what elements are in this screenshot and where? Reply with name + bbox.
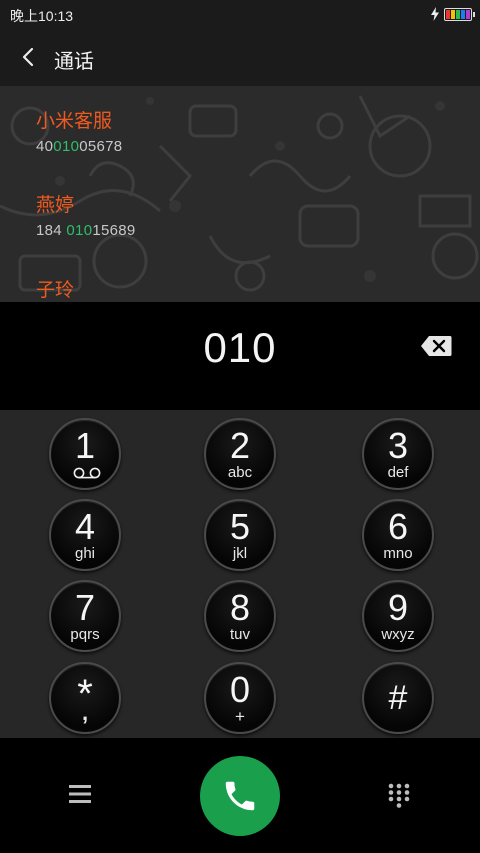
key-letters: abc (227, 464, 253, 481)
contact-result[interactable]: 子玲 (36, 275, 74, 302)
battery-segment (451, 9, 455, 19)
keypad: 1 2 abc 3 def 4 ghi 5 jkl 6 mno 7 pqrs 8… (0, 410, 480, 738)
key-letters: + (235, 707, 245, 726)
key-letters: ghi (74, 545, 96, 562)
battery-segment (446, 9, 450, 19)
battery-segment (461, 9, 465, 19)
key-5[interactable]: 5 jkl (204, 499, 276, 571)
key-digit: 1 (74, 425, 96, 466)
number-match: 010 (66, 222, 93, 239)
key-2[interactable]: 2 abc (204, 418, 276, 490)
key-0[interactable]: 0 + (204, 662, 276, 734)
key-digit: # (388, 679, 408, 717)
contact-result[interactable]: 燕婷 184 01015689 (36, 190, 136, 239)
back-arrow-icon[interactable] (14, 43, 42, 71)
key-star[interactable]: * , (49, 662, 121, 734)
contact-name: 小米客服 (36, 111, 113, 132)
battery-segment (466, 9, 470, 19)
voicemail-icon (73, 467, 101, 479)
status-time: 晚上10:13 (10, 8, 74, 24)
key-letters: def (387, 464, 409, 481)
battery-icon (444, 7, 475, 21)
key-letters: , (81, 700, 89, 725)
key-letters: jkl (232, 545, 248, 562)
bottom-bar (0, 738, 480, 853)
key-7[interactable]: 7 pqrs (49, 580, 121, 652)
key-digit: 2 (229, 425, 251, 466)
key-3[interactable]: 3 def (362, 418, 434, 490)
page-title: 通话 (54, 51, 94, 73)
phone-icon (225, 781, 255, 811)
key-digit: 5 (229, 506, 251, 547)
backspace-icon[interactable] (420, 335, 452, 357)
search-results: 小米客服 4001005678 燕婷 184 01015689 子玲 (0, 86, 480, 302)
call-button[interactable] (200, 756, 280, 836)
key-digit: 9 (387, 587, 409, 628)
status-bar: 晚上10:13 (0, 0, 480, 28)
menu-icon[interactable] (69, 784, 91, 804)
charging-bolt-icon (431, 7, 439, 21)
battery-segment (456, 9, 460, 19)
contact-result[interactable]: 小米客服 4001005678 (36, 106, 122, 155)
contact-name: 燕婷 (36, 195, 75, 216)
status-icons (430, 7, 475, 21)
app-bar: 通话 (0, 28, 480, 86)
dialpad-icon[interactable] (388, 783, 410, 809)
contact-name: 子玲 (36, 280, 75, 301)
key-6[interactable]: 6 mno (362, 499, 434, 571)
key-digit: 0 (229, 669, 251, 710)
key-1[interactable]: 1 (49, 418, 121, 490)
key-digit: 8 (229, 587, 251, 628)
key-digit: 4 (74, 506, 96, 547)
contact-number: 4001005678 (36, 138, 123, 155)
key-letters: pqrs (70, 626, 100, 643)
dialed-number-bar: 010 (0, 302, 480, 410)
key-8[interactable]: 8 tuv (204, 580, 276, 652)
contact-number: 184 01015689 (36, 222, 136, 239)
key-letters: wxyz (381, 626, 415, 643)
key-hash[interactable]: # (362, 662, 434, 734)
key-digit: 3 (387, 425, 409, 466)
key-9[interactable]: 9 wxyz (362, 580, 434, 652)
key-digit: 7 (74, 587, 96, 628)
key-letters: mno (383, 545, 413, 562)
key-letters: tuv (229, 626, 250, 643)
number-match: 010 (53, 138, 80, 155)
key-4[interactable]: 4 ghi (49, 499, 121, 571)
key-digit: 6 (387, 506, 409, 547)
dialed-number: 010 (203, 324, 277, 371)
